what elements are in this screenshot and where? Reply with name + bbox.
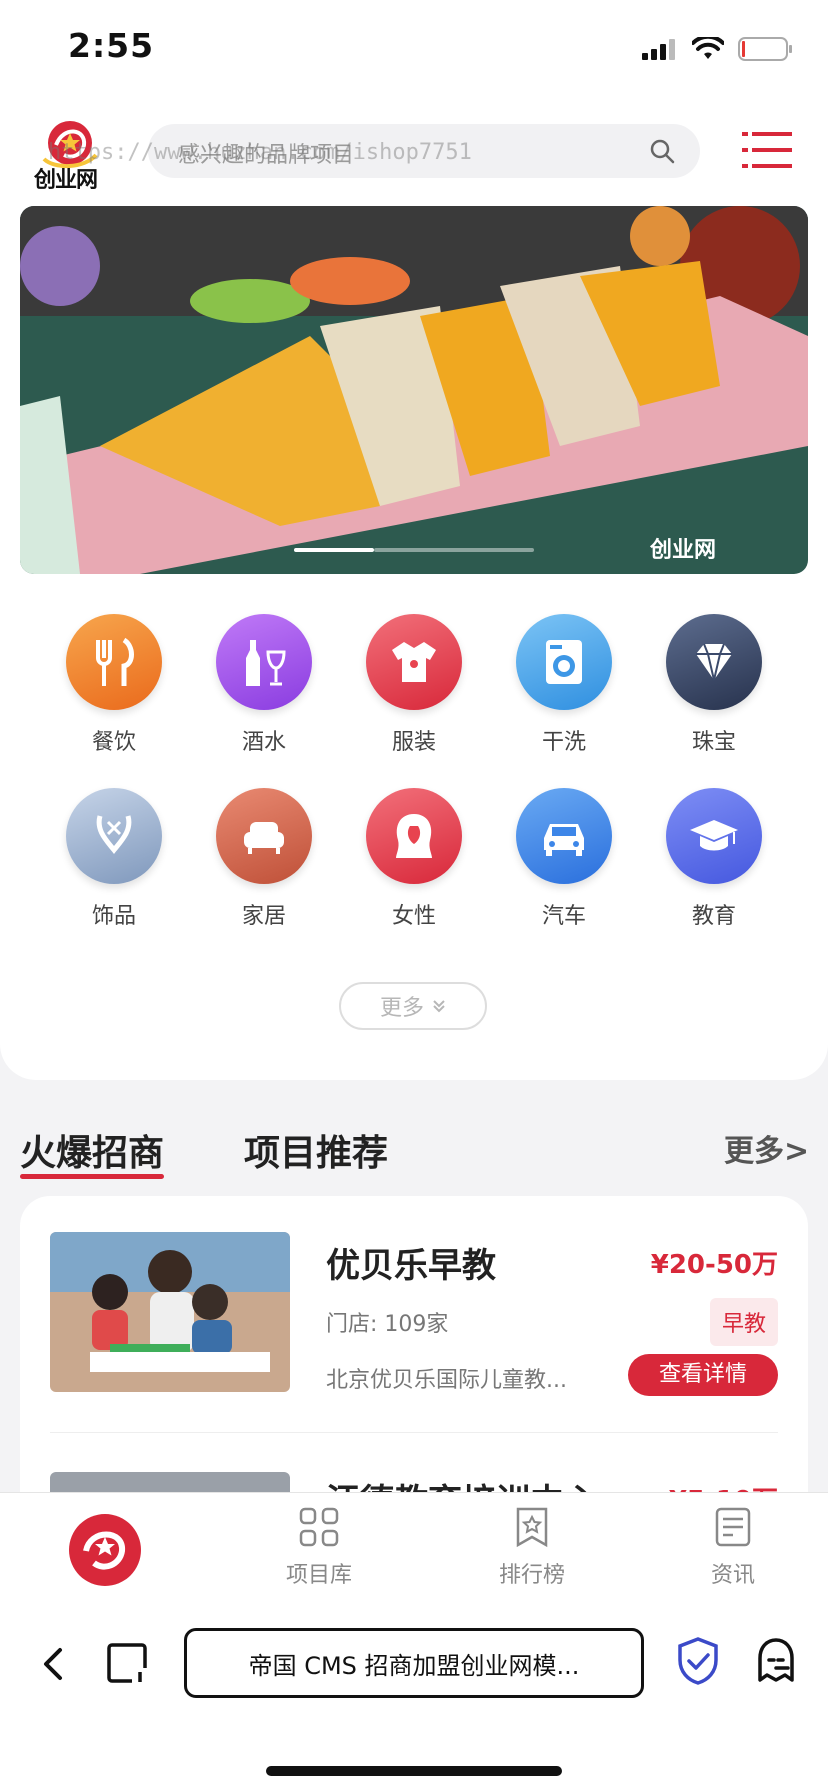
watermark: https://www.huzhan.com/ishop7751	[48, 140, 472, 165]
diamond-icon	[666, 614, 762, 710]
double-chevron-down-icon	[433, 1000, 445, 1013]
tab-project-recommend[interactable]: 项目推荐	[244, 1124, 388, 1176]
sofa-icon	[216, 788, 312, 884]
category-item-laundry[interactable]: 干洗	[504, 614, 624, 756]
category-label: 珠宝	[691, 730, 736, 755]
category-item-home[interactable]: 家居	[204, 788, 324, 930]
grid-icon	[299, 1507, 339, 1547]
back-icon[interactable]	[40, 1646, 64, 1682]
signal-icon	[642, 39, 675, 60]
nav-rankings[interactable]: 排行榜	[467, 1505, 597, 1589]
wine-bottle-icon	[216, 614, 312, 710]
divider	[50, 1432, 778, 1433]
ornament-icon	[66, 788, 162, 884]
rank-icon	[516, 1507, 548, 1548]
project-category-tag: 早教	[709, 1298, 778, 1346]
nav-label: 排行榜	[498, 1563, 565, 1588]
wifi-icon	[692, 37, 724, 59]
status-time: 2:55	[68, 26, 155, 65]
car-icon	[516, 788, 612, 884]
category-label: 家居	[241, 904, 286, 929]
more-categories-label: 更多	[379, 996, 424, 1021]
shield-check-icon[interactable]	[676, 1636, 720, 1686]
category-item-auto[interactable]: 汽车	[504, 788, 624, 930]
category-label: 酒水	[241, 730, 286, 755]
category-label: 教育	[691, 904, 736, 929]
status-icons	[642, 36, 794, 62]
project-store-count: 门店: 109家	[326, 1312, 449, 1337]
banner-carousel[interactable]	[20, 206, 808, 574]
category-item-drinks[interactable]: 酒水	[204, 614, 324, 756]
url-bar[interactable]: 帝国 CMS 招商加盟创业网模...	[184, 1628, 644, 1698]
nav-project-library[interactable]: 项目库	[254, 1505, 384, 1589]
washing-machine-icon	[516, 614, 612, 710]
category-item-accessories[interactable]: 饰品	[54, 788, 174, 930]
project-price: ¥20-50万	[650, 1250, 778, 1280]
bottom-nav: 项目库 排行榜 资讯	[0, 1492, 828, 1617]
menu-icon[interactable]	[742, 130, 792, 170]
category-item-jewelry[interactable]: 珠宝	[654, 614, 774, 756]
view-details-button[interactable]: 查看详情	[628, 1354, 778, 1396]
category-label: 饰品	[91, 904, 136, 929]
category-label: 餐饮	[91, 730, 136, 755]
home-indicator	[266, 1766, 562, 1776]
tabs-more-link[interactable]: 更多>	[724, 1126, 809, 1170]
category-item-women[interactable]: 女性	[354, 788, 474, 930]
nav-label: 资讯	[710, 1563, 755, 1588]
category-label: 女性	[391, 904, 436, 929]
category-item-education[interactable]: 教育	[654, 788, 774, 930]
graduation-cap-icon	[666, 788, 762, 884]
nav-home[interactable]	[40, 1511, 170, 1593]
home-logo-icon	[69, 1514, 141, 1586]
banner-indicator	[294, 548, 534, 552]
nav-news[interactable]: 资讯	[668, 1505, 798, 1589]
category-label: 服装	[391, 730, 436, 755]
ghost-icon[interactable]	[754, 1636, 798, 1686]
battery-icon	[738, 37, 792, 61]
project-thumbnail[interactable]	[50, 1232, 290, 1392]
category-label: 汽车	[541, 904, 586, 929]
project-description: 北京优贝乐国际儿童教...	[326, 1368, 567, 1393]
project-title[interactable]: 优贝乐早教	[326, 1238, 496, 1287]
category-item-food[interactable]: 餐饮	[54, 614, 174, 756]
woman-icon	[366, 788, 462, 884]
banner-image	[20, 206, 808, 574]
search-icon[interactable]	[648, 137, 676, 165]
tab-hot-investment[interactable]: 火爆招商	[20, 1124, 164, 1176]
shirt-icon	[366, 614, 462, 710]
logo-text: 创业网	[34, 168, 98, 193]
category-label: 干洗	[541, 730, 586, 755]
browser-toolbar: 帝国 CMS 招商加盟创业网模...	[0, 1616, 828, 1792]
more-categories-button[interactable]: 更多	[339, 982, 487, 1030]
news-icon	[715, 1507, 751, 1547]
tabs-icon[interactable]	[106, 1642, 150, 1686]
fork-knife-icon	[66, 614, 162, 710]
tab-active-underline	[20, 1174, 164, 1179]
banner-brand-mark: 创业网	[650, 538, 717, 563]
category-item-clothing[interactable]: 服装	[354, 614, 474, 756]
nav-label: 项目库	[285, 1563, 352, 1588]
